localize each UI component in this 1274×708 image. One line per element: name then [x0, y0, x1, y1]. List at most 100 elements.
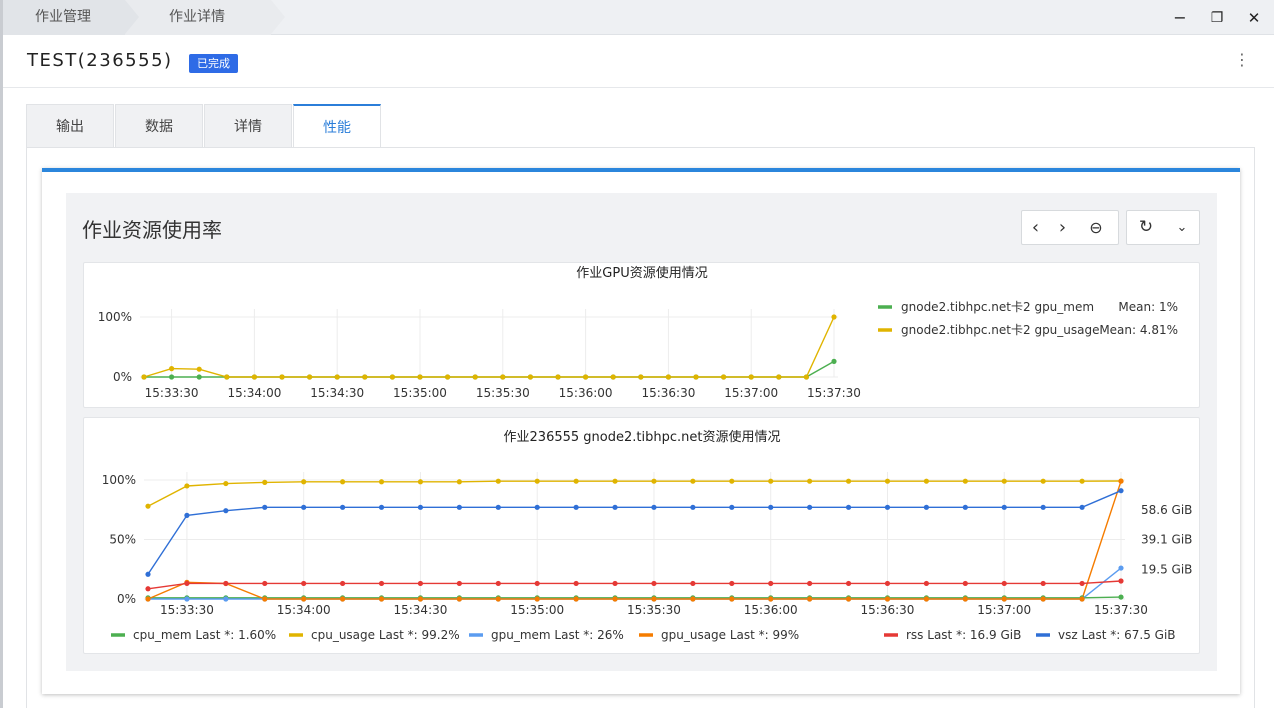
data-point[interactable] [1001, 504, 1007, 510]
data-point[interactable] [612, 596, 618, 602]
data-point[interactable] [612, 580, 618, 587]
data-point[interactable] [262, 504, 268, 510]
data-point[interactable] [534, 504, 540, 510]
data-point[interactable] [884, 504, 891, 510]
data-point[interactable] [340, 504, 346, 510]
data-point[interactable] [417, 479, 424, 485]
data-point[interactable] [651, 478, 657, 484]
data-point[interactable] [262, 580, 268, 587]
data-point[interactable] [962, 478, 968, 484]
data-point[interactable] [1118, 478, 1124, 484]
data-point[interactable] [612, 478, 618, 484]
data-point[interactable] [1040, 478, 1046, 484]
refresh-icon[interactable]: ↻ [1127, 211, 1165, 244]
data-point[interactable] [251, 374, 257, 380]
data-point[interactable] [389, 374, 395, 380]
data-point[interactable] [831, 314, 837, 320]
prev-icon[interactable]: ‹ [1022, 211, 1049, 244]
data-point[interactable] [141, 374, 147, 380]
data-point[interactable] [145, 586, 151, 592]
data-point[interactable] [721, 374, 727, 380]
data-point[interactable] [184, 580, 190, 587]
legend-label[interactable]: cpu_usage Last *: 99.2% [311, 628, 460, 642]
data-point[interactable] [729, 580, 735, 587]
data-point[interactable] [301, 596, 307, 602]
data-point[interactable] [417, 596, 424, 602]
data-point[interactable] [884, 478, 891, 484]
data-point[interactable] [223, 480, 229, 487]
data-point[interactable] [456, 596, 462, 602]
data-point[interactable] [145, 596, 151, 602]
data-point[interactable] [196, 366, 202, 372]
data-point[interactable] [1001, 596, 1007, 602]
legend-label[interactable]: cpu_mem Last *: 1.60% [133, 628, 276, 642]
breadcrumb-item-job-management[interactable]: 作业管理 [3, 0, 139, 35]
data-point[interactable] [224, 374, 230, 380]
data-point[interactable] [845, 504, 852, 510]
more-options-icon[interactable]: ⋮ [1234, 50, 1250, 69]
legend-label[interactable]: rss Last *: 16.9 GiB [906, 628, 1021, 642]
data-point[interactable] [145, 503, 151, 509]
data-point[interactable] [378, 504, 385, 510]
legend-label[interactable]: gpu_mem Last *: 26% [491, 628, 624, 642]
data-point[interactable] [1118, 488, 1124, 494]
restore-icon[interactable]: ❐ [1206, 7, 1228, 29]
chevron-down-icon[interactable]: ⌄ [1165, 211, 1199, 244]
data-point[interactable] [223, 596, 229, 602]
data-point[interactable] [651, 596, 657, 602]
data-point[interactable] [923, 580, 930, 587]
data-point[interactable] [378, 580, 385, 587]
data-point[interactable] [184, 483, 190, 489]
data-point[interactable] [845, 478, 852, 484]
data-point[interactable] [573, 580, 579, 587]
data-point[interactable] [1079, 504, 1085, 510]
data-point[interactable] [223, 508, 229, 514]
data-point[interactable] [573, 504, 579, 510]
data-point[interactable] [1118, 594, 1124, 600]
data-point[interactable] [500, 374, 506, 380]
data-point[interactable] [748, 374, 754, 380]
data-point[interactable] [845, 580, 852, 587]
data-point[interactable] [445, 374, 451, 380]
data-point[interactable] [665, 374, 672, 380]
data-point[interactable] [472, 374, 478, 380]
data-point[interactable] [1001, 478, 1007, 484]
data-point[interactable] [610, 374, 616, 380]
breadcrumb-item-job-detail[interactable]: 作业详情 [125, 0, 285, 35]
data-point[interactable] [807, 504, 813, 510]
data-point[interactable] [527, 374, 533, 380]
data-point[interactable] [690, 596, 696, 602]
data-point[interactable] [495, 478, 501, 484]
data-point[interactable] [612, 504, 618, 510]
data-point[interactable] [340, 596, 346, 602]
data-point[interactable] [184, 512, 190, 518]
data-point[interactable] [378, 479, 385, 485]
data-point[interactable] [638, 374, 644, 380]
data-point[interactable] [1079, 596, 1085, 602]
data-point[interactable] [690, 478, 696, 484]
data-point[interactable] [768, 478, 774, 484]
data-point[interactable] [262, 479, 268, 485]
data-point[interactable] [555, 374, 561, 380]
data-point[interactable] [495, 596, 501, 602]
data-point[interactable] [184, 596, 190, 602]
data-point[interactable] [262, 596, 268, 602]
data-point[interactable] [768, 580, 774, 587]
data-point[interactable] [807, 478, 813, 484]
legend-label[interactable]: vsz Last *: 67.5 GiB [1058, 628, 1176, 642]
data-point[interactable] [334, 374, 340, 380]
data-point[interactable] [831, 358, 837, 364]
data-point[interactable] [456, 504, 462, 510]
data-point[interactable] [803, 374, 810, 380]
data-point[interactable] [534, 478, 540, 484]
data-point[interactable] [768, 504, 774, 510]
data-point[interactable] [776, 374, 782, 380]
data-point[interactable] [378, 596, 385, 602]
data-point[interactable] [456, 580, 462, 587]
data-point[interactable] [417, 580, 424, 587]
tab-details[interactable]: 详情 [204, 104, 292, 148]
data-point[interactable] [1118, 565, 1124, 571]
data-point[interactable] [196, 374, 202, 380]
data-point[interactable] [456, 479, 462, 485]
tab-output[interactable]: 输出 [26, 104, 114, 148]
